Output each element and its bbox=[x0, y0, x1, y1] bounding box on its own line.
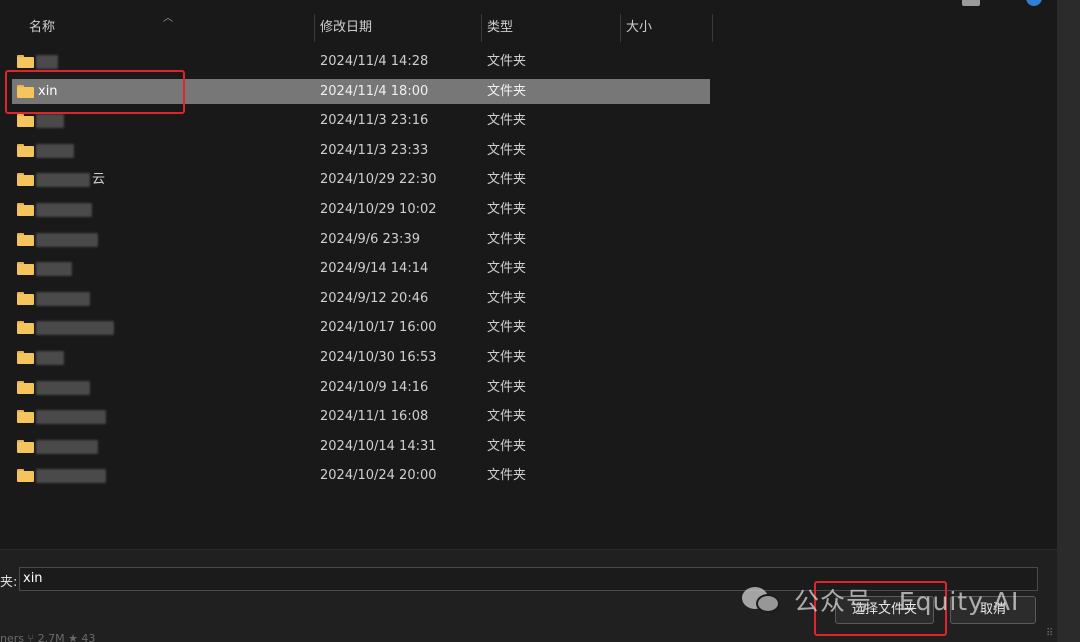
background-status-text: ners ⑂ 2.7M ★ 43 bbox=[0, 632, 96, 642]
column-size-label: 大小 bbox=[626, 20, 653, 35]
folder-name-redacted bbox=[36, 55, 58, 69]
column-type-label: 类型 bbox=[487, 20, 514, 35]
folder-type: 文件夹 bbox=[487, 172, 527, 188]
folder-icon bbox=[17, 55, 34, 68]
folder-icon bbox=[17, 114, 34, 128]
column-modified-label: 修改日期 bbox=[320, 20, 373, 35]
folder-type: 文件夹 bbox=[487, 438, 527, 454]
folder-icon bbox=[17, 262, 34, 276]
folder-icon bbox=[17, 232, 34, 246]
folder-icon bbox=[17, 173, 34, 187]
folder-modified-date: 2024/10/14 14:31 bbox=[320, 438, 437, 454]
folder-name-redacted bbox=[36, 173, 90, 188]
column-divider[interactable] bbox=[712, 14, 713, 42]
folder-type: 文件夹 bbox=[487, 261, 527, 277]
folder-row[interactable]: 2024/9/12 20:46 文件夹 bbox=[0, 284, 720, 314]
folder-modified-date: 2024/11/3 23:16 bbox=[320, 113, 429, 129]
folder-modified-date: 2024/10/24 20:00 bbox=[320, 468, 437, 484]
folder-name-redacted bbox=[36, 469, 106, 484]
folder-modified-date: 2024/10/29 22:30 bbox=[320, 172, 437, 188]
folder-name-redacted bbox=[36, 291, 90, 306]
folder-row[interactable]: 2024/11/3 23:33 文件夹 bbox=[0, 136, 720, 166]
folder-type: 文件夹 bbox=[487, 231, 527, 247]
annotation-highlight-selected-row bbox=[5, 70, 185, 114]
folder-name-suffix: 云 bbox=[92, 172, 106, 188]
annotation-highlight-select-button bbox=[814, 581, 947, 636]
folder-name-redacted bbox=[36, 321, 114, 336]
folder-icon bbox=[17, 380, 34, 394]
folder-name-redacted bbox=[36, 114, 64, 129]
column-size[interactable]: 大小 bbox=[620, 14, 712, 42]
folder-name-redacted bbox=[36, 232, 98, 247]
folder-modified-date: 2024/10/9 14:16 bbox=[320, 379, 429, 395]
folder-type: 文件夹 bbox=[487, 468, 527, 484]
folder-name-redacted bbox=[36, 439, 98, 454]
folder-modified-date: 2024/9/14 14:14 bbox=[320, 261, 429, 277]
folder-type: 文件夹 bbox=[487, 113, 527, 129]
folder-row[interactable]: 2024/9/6 23:39 文件夹 bbox=[0, 225, 720, 255]
folder-icon bbox=[17, 143, 34, 157]
folder-icon bbox=[17, 469, 34, 483]
window-edge bbox=[1057, 0, 1080, 642]
folder-row[interactable]: 2024/10/24 20:00 文件夹 bbox=[0, 461, 720, 491]
folder-row[interactable]: 2024/11/1 16:08 文件夹 bbox=[0, 402, 720, 432]
folder-icon bbox=[17, 410, 34, 424]
folder-row[interactable]: 2024/10/29 10:02 文件夹 bbox=[0, 195, 720, 225]
column-type[interactable]: 类型 bbox=[481, 14, 619, 42]
folder-row[interactable]: 2024/10/30 16:53 文件夹 bbox=[0, 343, 720, 373]
folder-row[interactable]: 云 2024/10/29 22:30 文件夹 bbox=[0, 165, 720, 195]
folder-type: 文件夹 bbox=[487, 142, 527, 158]
folder-icon bbox=[17, 291, 34, 305]
folder-row[interactable]: 2024/10/14 14:31 文件夹 bbox=[0, 432, 720, 462]
folder-icon bbox=[17, 321, 34, 335]
folder-row[interactable]: 2024/9/14 14:14 文件夹 bbox=[0, 254, 720, 284]
folder-label: 夹: bbox=[0, 575, 18, 590]
column-name-label: 名称 bbox=[29, 20, 56, 35]
folder-type: 文件夹 bbox=[487, 349, 527, 365]
folder-type: 文件夹 bbox=[487, 320, 527, 336]
cancel-button[interactable]: 取消 bbox=[950, 596, 1036, 624]
folder-name-redacted bbox=[36, 143, 74, 158]
view-options-icon[interactable] bbox=[962, 0, 980, 6]
folder-modified-date: 2024/10/30 16:53 bbox=[320, 349, 437, 365]
folder-icon bbox=[17, 439, 34, 453]
folder-modified-date: 2024/10/17 16:00 bbox=[320, 320, 437, 336]
folder-modified-date: 2024/11/4 18:00 bbox=[320, 83, 429, 99]
folder-type: 文件夹 bbox=[487, 83, 527, 99]
folder-modified-date: 2024/11/3 23:33 bbox=[320, 142, 429, 158]
folder-modified-date: 2024/9/6 23:39 bbox=[320, 231, 420, 247]
column-name[interactable]: 名称 bbox=[23, 14, 313, 42]
folder-icon bbox=[17, 350, 34, 364]
folder-type: 文件夹 bbox=[487, 379, 527, 395]
file-dialog: ︿ 名称 修改日期 类型 大小 2024/11/4 14:28 文件夹 xin 202… bbox=[0, 0, 1057, 642]
folder-name-redacted bbox=[36, 202, 92, 217]
info-icon[interactable] bbox=[1026, 0, 1042, 6]
folder-row[interactable]: 2024/10/9 14:16 文件夹 bbox=[0, 373, 720, 403]
folder-name-redacted bbox=[36, 380, 90, 395]
folder-modified-date: 2024/9/12 20:46 bbox=[320, 290, 429, 306]
folder-type: 文件夹 bbox=[487, 201, 527, 217]
folder-type: 文件夹 bbox=[487, 54, 527, 69]
folder-modified-date: 2024/11/1 16:08 bbox=[320, 409, 429, 425]
toolbar-icons bbox=[962, 0, 1042, 6]
folder-type: 文件夹 bbox=[487, 290, 527, 306]
folder-icon bbox=[17, 202, 34, 216]
resize-grip-icon[interactable]: ⠿ bbox=[1046, 628, 1053, 639]
folder-modified-date: 2024/10/29 10:02 bbox=[320, 201, 437, 217]
folder-type: 文件夹 bbox=[487, 409, 527, 425]
folder-name-redacted bbox=[36, 410, 106, 425]
folder-modified-date: 2024/11/4 14:28 bbox=[320, 54, 429, 69]
folder-name-redacted bbox=[36, 262, 72, 277]
column-header: ︿ 名称 修改日期 类型 大小 bbox=[0, 13, 1057, 44]
folder-name-redacted bbox=[36, 350, 64, 365]
column-modified[interactable]: 修改日期 bbox=[314, 14, 480, 42]
folder-row[interactable]: 2024/10/17 16:00 文件夹 bbox=[0, 313, 720, 343]
